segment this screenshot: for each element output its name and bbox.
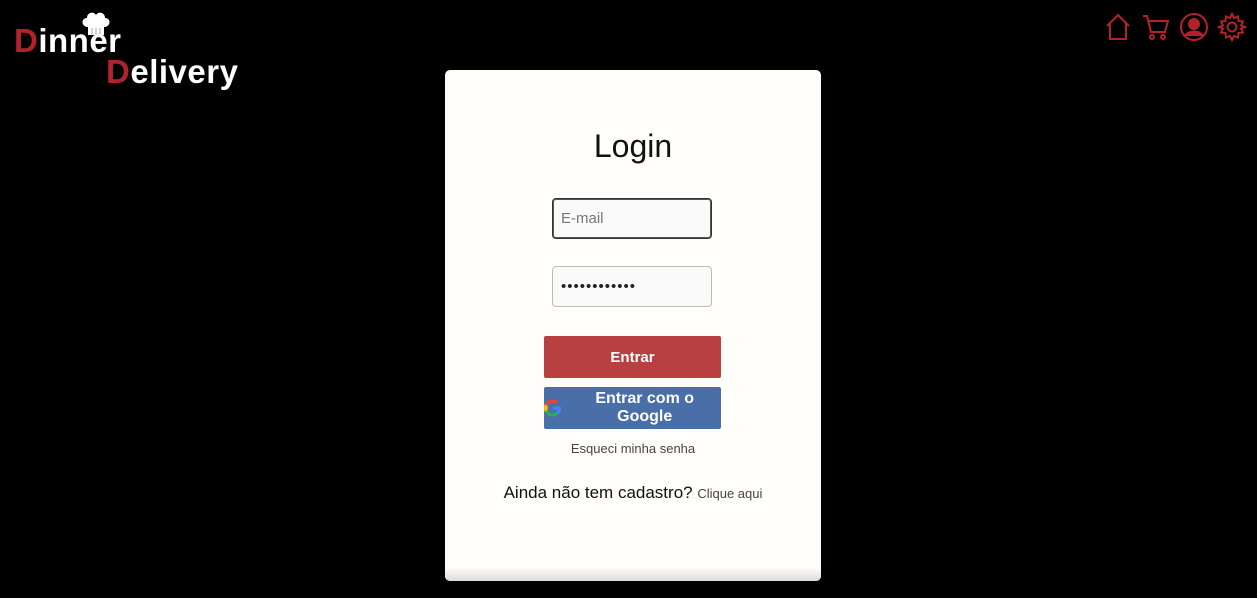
profile-button[interactable] — [1179, 11, 1209, 43]
password-field[interactable] — [552, 266, 712, 307]
settings-icon — [1217, 12, 1247, 42]
home-icon — [1106, 13, 1130, 40]
google-login-button[interactable]: Entrar com o Google — [544, 387, 721, 429]
signup-prompt-text: Ainda não tem cadastro? — [503, 483, 693, 502]
brand-initial-2: D — [106, 53, 131, 90]
home-button[interactable] — [1103, 11, 1133, 43]
brand-rest-2: elivery — [130, 53, 239, 90]
signup-link[interactable]: Clique aqui — [697, 486, 762, 501]
google-icon — [544, 399, 561, 417]
forgot-password-link[interactable]: Esqueci minha senha — [445, 441, 821, 456]
login-button-label: Entrar — [610, 348, 655, 366]
settings-button[interactable] — [1217, 11, 1247, 43]
brand-line-2: Delivery — [106, 55, 238, 88]
email-field[interactable] — [552, 198, 712, 239]
login-button[interactable]: Entrar — [544, 336, 721, 378]
cart-button[interactable] — [1141, 11, 1171, 43]
signup-prompt: Ainda não tem cadastro? Clique aqui — [445, 483, 821, 503]
google-button-label: Entrar com o Google — [595, 390, 695, 425]
top-nav — [1103, 11, 1247, 43]
profile-icon — [1180, 13, 1208, 41]
cart-icon — [1143, 15, 1170, 40]
login-card: Login Entrar Entrar com o Google Esqueci… — [445, 70, 821, 581]
login-title: Login — [593, 128, 673, 164]
brand-initial-1: D — [14, 22, 39, 59]
brand-logo[interactable]: Dinner Delivery — [14, 10, 244, 94]
